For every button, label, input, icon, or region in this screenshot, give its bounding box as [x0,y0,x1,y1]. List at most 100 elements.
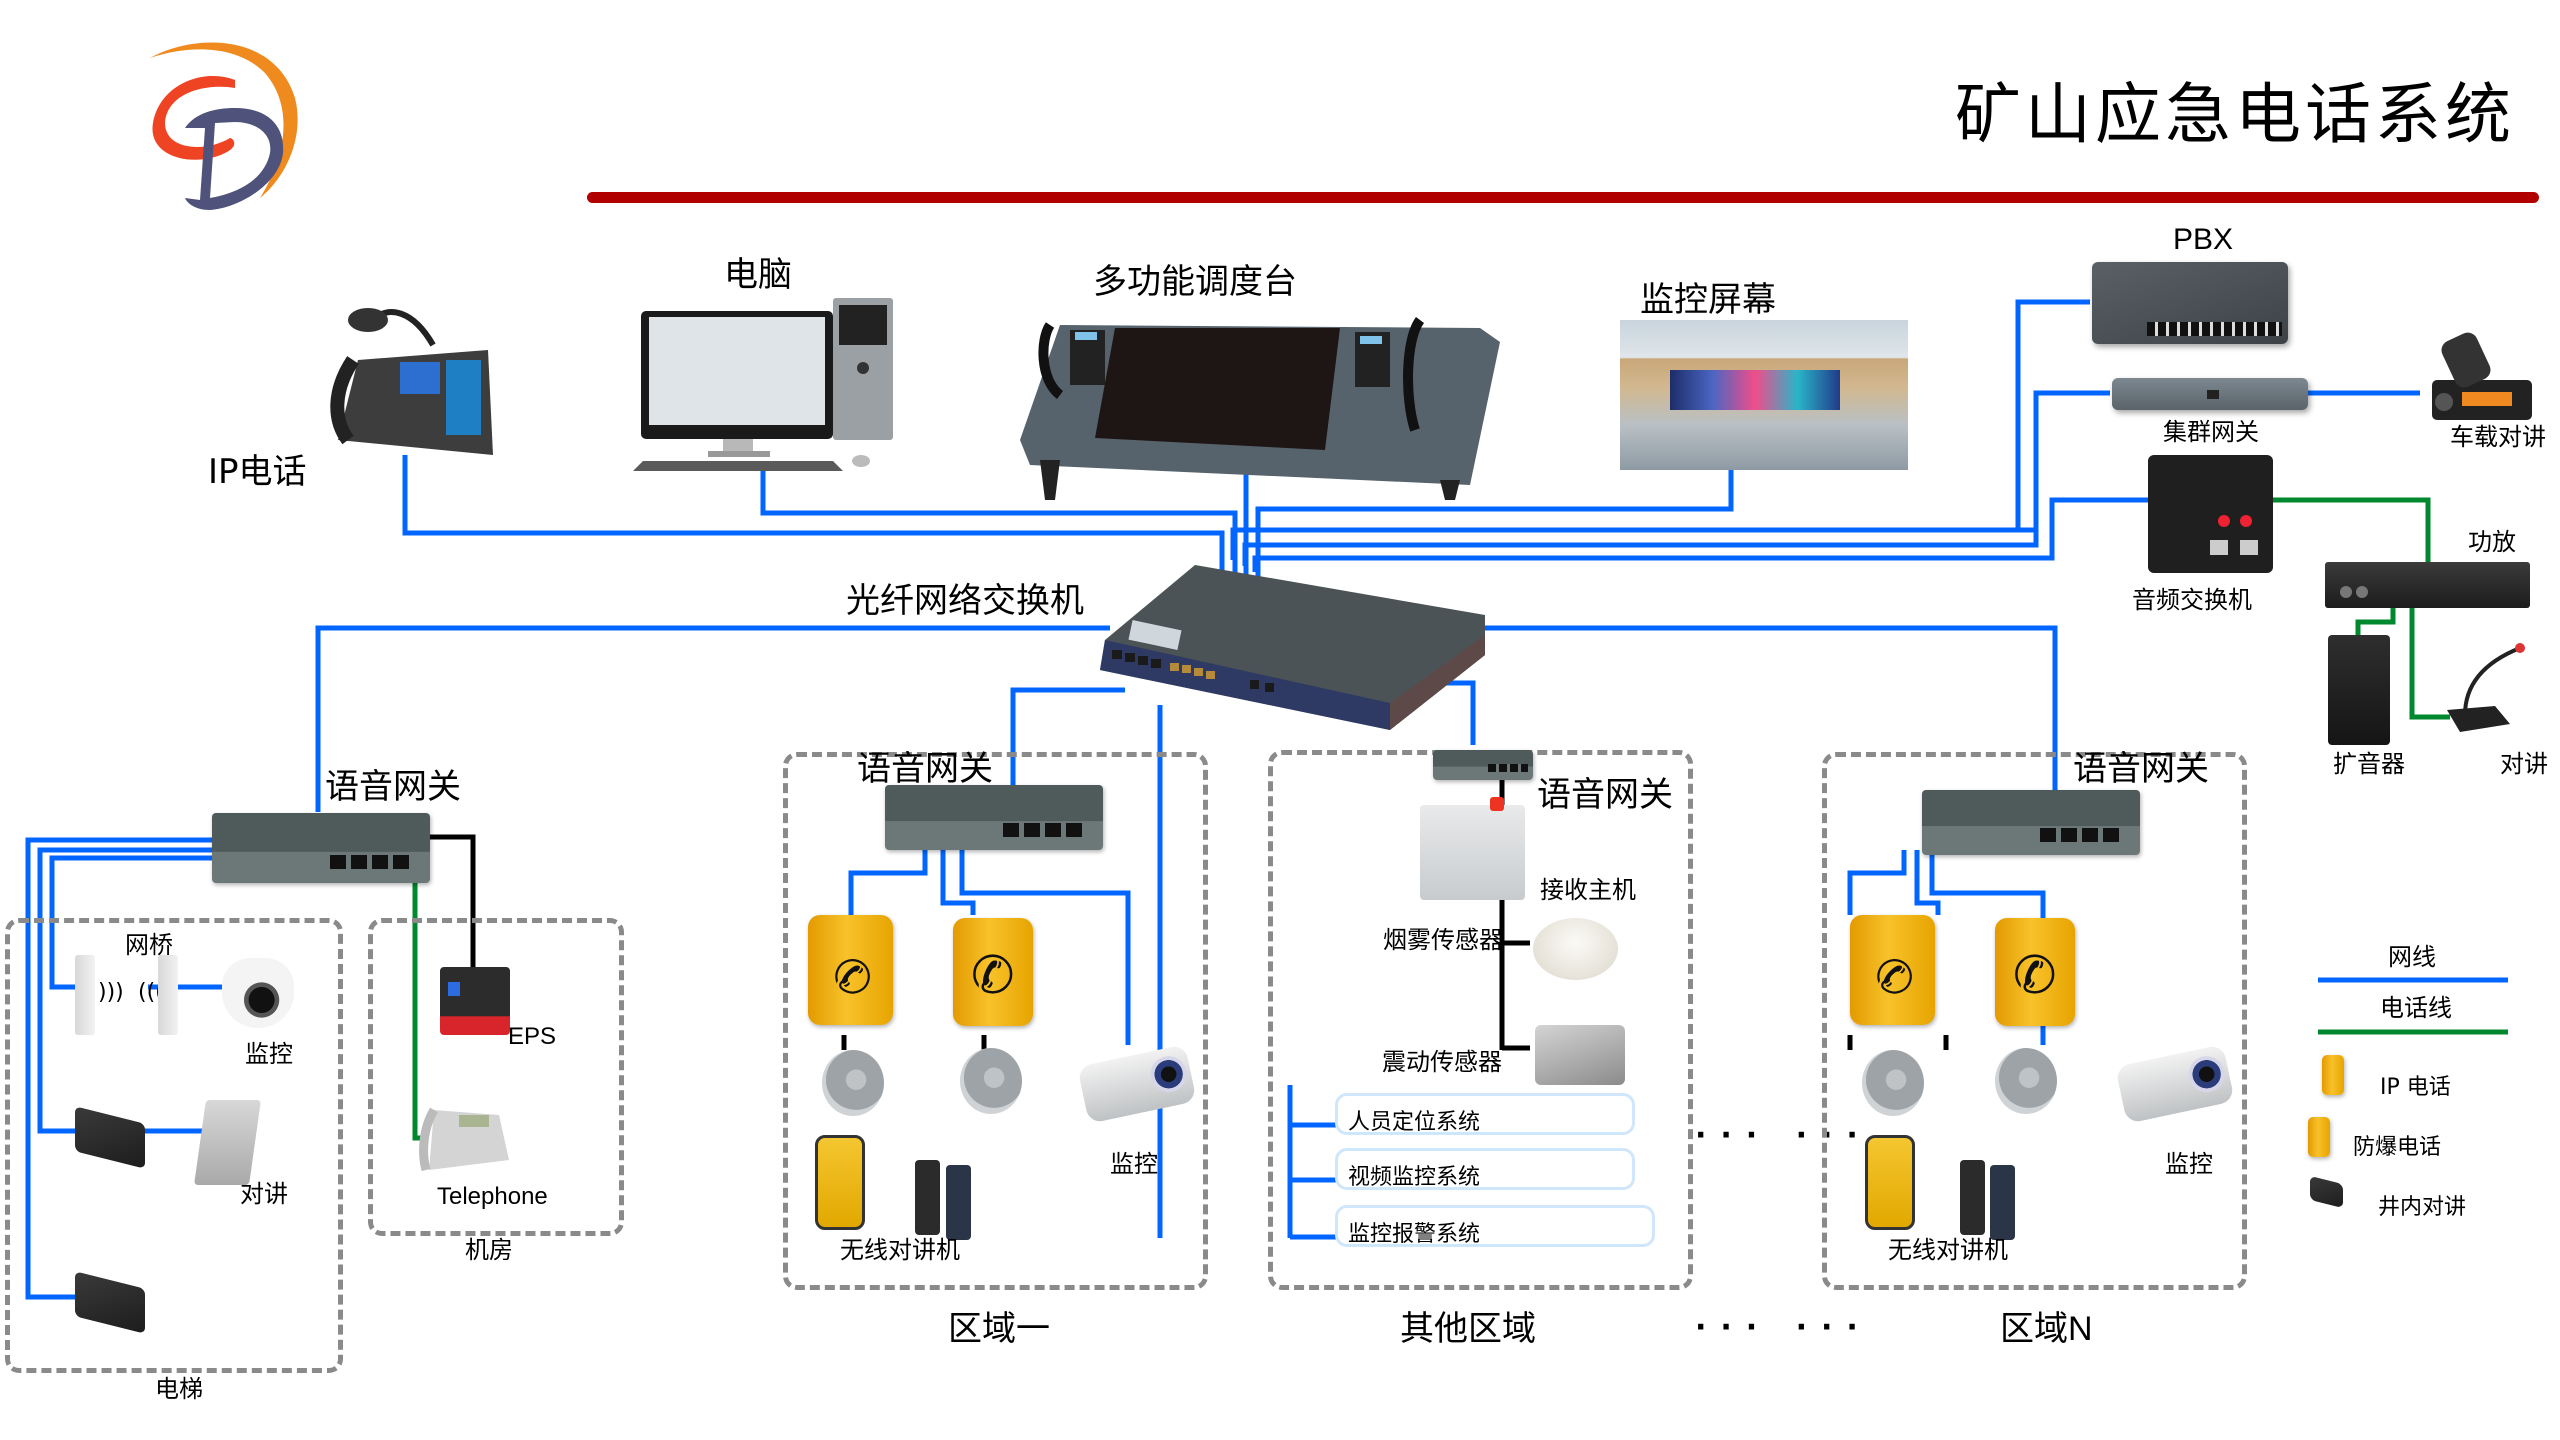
rugged-handset[interactable] [1865,1135,1915,1230]
zone-one-gateway-ports-icon [1003,823,1083,837]
audio-switch-rj45-icon [2210,540,2228,555]
left-gateway-ports-icon [330,855,410,869]
other-zone-voice-gateway[interactable] [1433,750,1533,780]
video-wall-icon [1670,370,1840,410]
dispatch-console-label: 多功能调度台 [1093,262,1297,302]
audio-switch-label: 音频交换机 [2132,586,2252,614]
receiver-host[interactable] [1420,797,1525,900]
amplifier-knobs-icon [2340,586,2352,598]
legend-phone-label: 电话线 [2380,994,2452,1022]
zone-one-radio-label: 无线对讲机 [840,1236,960,1264]
horn-speaker[interactable] [822,1050,884,1116]
legend-shaft-intercom-label: 井内对讲 [2378,1195,2467,1220]
zone-n-voice-gateway[interactable] [1922,790,2140,855]
fiber-switch[interactable] [1100,555,1490,735]
desk-telephone[interactable] [414,1100,514,1175]
wire-audio-amp [2252,497,2431,563]
vehicle-radio[interactable] [2422,330,2542,425]
handset-icon: ✆ [824,945,880,1009]
dome-camera-label: 监控 [245,1040,293,1068]
amplifier-label: 功放 [2468,528,2516,556]
dispatch-console[interactable] [1020,300,1500,500]
pbx-label: PBX [2173,223,2234,256]
walkie-talkie[interactable] [946,1165,971,1240]
personnel-positioning-system[interactable]: 人员定位系统 [1335,1093,1635,1135]
receiver-antenna-icon [1490,797,1504,811]
horn-speaker[interactable] [960,1048,1022,1114]
legend-network-label: 网线 [2388,943,2436,971]
smoke-sensor[interactable] [1533,918,1618,980]
smoke-sensor-label: 烟雾传感器 [1383,926,1503,954]
bridge-label: 网桥 [125,931,173,959]
camera-lens-icon [2185,1052,2229,1096]
zone-n-gateway-label: 语音网关 [2073,749,2209,789]
fiber-switch-icon [1100,565,1485,730]
loudspeaker-label: 扩音器 [2333,750,2405,778]
trunk-gateway-device[interactable] [2112,378,2308,410]
zone-one-camera-label: 监控 [1110,1150,1158,1178]
ip-emergency-phone[interactable]: ✆ [953,918,1033,1026]
walkie-talkie[interactable] [915,1160,940,1235]
keypad-intercom-label: 对讲 [240,1180,288,1208]
zone-one-voice-gateway[interactable] [885,785,1103,850]
trunk-gateway-label: 集群网关 [2163,418,2259,446]
explosion-proof-phone[interactable]: ✆ [808,915,893,1025]
title-divider [587,192,2539,203]
audio-switch-device[interactable] [2148,455,2273,573]
desk-intercom-device[interactable] [2435,640,2530,735]
dispatch-console-icon [1020,317,1500,500]
horn-speaker[interactable] [1995,1048,2057,1114]
left-voice-gateway-label: 语音网关 [325,767,461,807]
telephone-label: Telephone [437,1183,548,1210]
ip-phone-icon [330,308,493,455]
explosion-proof-phone[interactable]: ✆ [1850,915,1935,1025]
ip-phone[interactable] [318,300,498,470]
loudspeaker-device[interactable] [2328,635,2390,745]
zone-n-label: 区域N [2000,1310,2093,1348]
vehicle-radio-label: 车载对讲 [2450,423,2546,451]
zone-n-gateway-ports-icon [2040,828,2120,842]
audio-switch-jacks-icon [2218,515,2230,527]
bridge-device-b[interactable] [158,955,178,1035]
ip-phone-label: IP电话 [208,452,307,492]
ip-emergency-phone[interactable]: ✆ [1995,918,2075,1026]
amplifier-device[interactable] [2325,562,2530,608]
wire-amp-speaker [2355,605,2396,635]
desk-intercom-label: 对讲 [2500,750,2548,778]
legend-ip-phone-icon [2322,1055,2344,1095]
vibration-sensor[interactable] [1535,1025,1625,1085]
eps-display-icon [448,982,460,996]
eps-device[interactable] [440,967,510,1035]
ellipsis-bottom: ··· ··· [1695,1310,1872,1345]
rugged-handset[interactable] [815,1135,865,1230]
camera-lens-icon [1147,1052,1191,1096]
gooseneck-mic-icon [2447,643,2525,732]
video-surveillance-system[interactable]: 视频监控系统 [1335,1148,1635,1190]
walkie-talkie[interactable] [1990,1165,2015,1240]
cd-logo-icon [150,42,298,210]
legend-ip-phone-label: IP 电话 [2380,1075,2451,1100]
legend-explosion-proof-label: 防爆电话 [2353,1135,2442,1160]
machine-room-zone-label: 机房 [465,1236,513,1264]
other-zone-gateway-label: 语音网关 [1537,775,1673,815]
alarm-monitoring-system[interactable]: 监控报警系统 [1335,1205,1655,1247]
horn-speaker[interactable] [1862,1050,1924,1116]
handset-icon: ✆ [971,946,1015,1006]
pbx-device[interactable] [2092,262,2288,344]
zone-n-camera-label: 监控 [2165,1150,2213,1178]
walkie-talkie[interactable] [1960,1160,1985,1235]
vehicle-radio-icon [2432,332,2532,420]
dome-camera[interactable] [222,958,294,1028]
receiver-host-label: 接收主机 [1540,876,1636,904]
monitor-screen[interactable] [1620,320,1908,470]
computer[interactable] [633,293,903,473]
monitor-screen-label: 监控屏幕 [1640,280,1776,320]
left-voice-gateway[interactable] [212,813,430,883]
legend-explosion-proof-icon [2308,1117,2330,1157]
fiber-switch-label: 光纤网络交换机 [846,581,1084,621]
zone-one-label: 区域一 [948,1309,1050,1349]
trunk-gateway-ports-icon [2207,390,2219,399]
zone-one-gateway-label: 语音网关 [857,749,993,789]
desk-telephone-icon [419,1107,509,1172]
bridge-device-a[interactable] [75,955,95,1035]
